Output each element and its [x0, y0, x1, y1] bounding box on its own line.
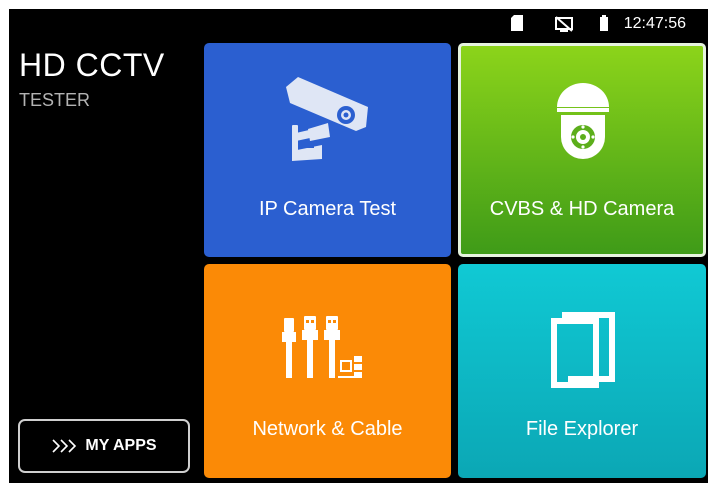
- dome-camera-icon: [557, 83, 609, 159]
- tile-cvbs-hd-camera[interactable]: CVBS & HD Camera: [458, 43, 706, 257]
- triple-chevron-right-icon: [51, 439, 81, 453]
- tile-ip-camera-test[interactable]: IP Camera Test: [204, 43, 451, 257]
- ip-camera-icon: [286, 77, 368, 161]
- no-screen-cast-icon: [555, 16, 573, 32]
- battery-icon: [600, 15, 608, 31]
- tile-ip-camera-test-label: IP Camera Test: [258, 198, 397, 220]
- network-cable-icon: [282, 316, 362, 378]
- sd-card-icon: [511, 15, 523, 31]
- my-apps-label: MY APPS: [85, 437, 157, 454]
- tile-cvbs-hd-camera-label: CVBS & HD Camera: [489, 198, 675, 220]
- device-screen: 12:47:56 HD CCTV TESTER MY APPS IP Camer…: [9, 9, 708, 483]
- app-subtitle: TESTER: [19, 90, 91, 110]
- status-bar: 12:47:56: [9, 9, 708, 39]
- tile-file-explorer[interactable]: File Explorer: [458, 264, 706, 478]
- tile-network-cable[interactable]: Network & Cable: [204, 264, 451, 478]
- book-icon: [551, 312, 615, 388]
- app-title: HD CCTV: [19, 47, 165, 83]
- tile-network-cable-label: Network & Cable: [252, 418, 403, 440]
- status-clock: 12:47:56: [623, 15, 686, 32]
- tile-file-explorer-label: File Explorer: [525, 418, 639, 440]
- my-apps-button[interactable]: MY APPS: [18, 419, 190, 473]
